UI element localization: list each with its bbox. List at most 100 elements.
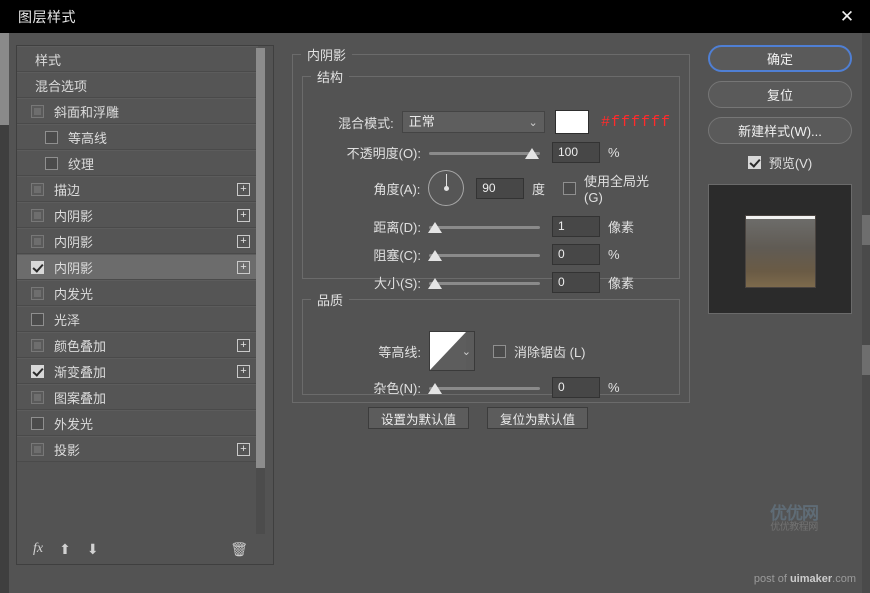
- settings-panel: 内阴影 结构 混合模式: 正常 ⌄ #ffffff 不透明度(O): 100 %…: [292, 45, 690, 530]
- style-list-item[interactable]: 斜面和浮雕: [17, 98, 258, 124]
- style-enable-checkbox[interactable]: [31, 442, 44, 456]
- style-list-item[interactable]: 外发光: [17, 410, 258, 436]
- sidebar-scrollbar-thumb[interactable]: [256, 48, 265, 468]
- move-down-icon[interactable]: ⬇: [87, 541, 99, 558]
- distance-slider-knob[interactable]: [428, 221, 442, 233]
- add-effect-icon[interactable]: +: [237, 365, 250, 378]
- reset-button[interactable]: 复位: [708, 81, 852, 108]
- opacity-slider[interactable]: [429, 146, 540, 160]
- style-list-item-label: 内阴影: [54, 208, 94, 224]
- opacity-slider-track: [429, 151, 540, 155]
- preview-toggle-row: 预览(V): [708, 153, 852, 172]
- style-enable-checkbox[interactable]: [31, 364, 44, 378]
- shadow-color-swatch[interactable]: [554, 110, 589, 134]
- choke-input[interactable]: 0: [552, 244, 600, 265]
- add-effect-icon[interactable]: +: [237, 209, 250, 222]
- style-list-item[interactable]: 渐变叠加 +: [17, 358, 258, 384]
- choke-label: 阻塞(C):: [373, 248, 421, 263]
- add-effect-icon[interactable]: +: [237, 235, 250, 248]
- style-list-item-label: 渐变叠加: [54, 364, 107, 380]
- size-slider[interactable]: [428, 276, 540, 290]
- noise-input[interactable]: 0: [552, 377, 600, 398]
- right-edge-tab-1: [862, 215, 870, 245]
- style-list-item[interactable]: 颜色叠加 +: [17, 332, 258, 358]
- choke-slider-track: [429, 253, 540, 257]
- style-enable-checkbox[interactable]: [31, 260, 44, 274]
- contour-row: 等高线: ⌄ 消除锯齿 (L): [303, 331, 671, 371]
- style-enable-checkbox[interactable]: [45, 156, 58, 170]
- panel-title: 内阴影: [307, 48, 347, 63]
- opacity-slider-knob[interactable]: [525, 147, 539, 159]
- set-as-default-button[interactable]: 设置为默认值: [368, 407, 470, 429]
- angle-row: 角度(A): 90 度 使用全局光 (G): [303, 170, 671, 206]
- add-effect-icon[interactable]: +: [237, 261, 250, 274]
- noise-slider[interactable]: [428, 381, 540, 395]
- style-list-toolbar: fx ⬆ ⬇ 🗑: [17, 534, 258, 564]
- angle-dial[interactable]: [428, 170, 465, 206]
- watermark-logo: 优优网 优优教程网: [758, 505, 830, 537]
- style-enable-checkbox[interactable]: [31, 286, 44, 300]
- contour-preview-icon: [430, 332, 466, 370]
- style-list-item-label: 样式: [35, 52, 62, 68]
- add-effect-icon[interactable]: +: [237, 183, 250, 196]
- style-list-item[interactable]: 内阴影 +: [17, 202, 258, 228]
- close-icon[interactable]: ✕: [824, 0, 870, 33]
- style-enable-checkbox[interactable]: [31, 208, 44, 222]
- choke-slider-knob[interactable]: [428, 249, 442, 261]
- size-slider-knob[interactable]: [428, 277, 442, 289]
- style-list-item[interactable]: 光泽: [17, 306, 258, 332]
- style-enable-checkbox[interactable]: [31, 312, 44, 326]
- anti-aliased-checkbox[interactable]: [493, 344, 506, 358]
- style-enable-checkbox[interactable]: [31, 234, 44, 248]
- style-enable-checkbox[interactable]: [31, 416, 44, 430]
- style-enable-checkbox[interactable]: [31, 338, 44, 352]
- style-enable-checkbox[interactable]: [45, 130, 58, 144]
- title-bar: 图层样式 ✕: [0, 0, 870, 33]
- style-list-item[interactable]: 等高线: [17, 124, 258, 150]
- layer-preview: [708, 184, 852, 314]
- style-list-item[interactable]: 纹理: [17, 150, 258, 176]
- style-list-item-label: 图案叠加: [54, 390, 107, 406]
- structure-group: 结构 混合模式: 正常 ⌄ #ffffff 不透明度(O): 100 % 角度(…: [302, 67, 680, 293]
- contour-label: 等高线:: [378, 344, 421, 360]
- add-effect-icon[interactable]: +: [237, 443, 250, 456]
- angle-input[interactable]: 90: [476, 177, 525, 199]
- quality-legend: 品质: [317, 293, 344, 308]
- preview-label: 预览(V): [768, 156, 813, 171]
- style-list-item[interactable]: 描边 +: [17, 176, 258, 202]
- opacity-input[interactable]: 100: [552, 142, 600, 163]
- distance-slider[interactable]: [428, 220, 540, 234]
- style-list-item[interactable]: 内阴影 +: [17, 228, 258, 254]
- choke-slider[interactable]: [428, 248, 540, 262]
- add-effect-icon[interactable]: +: [237, 339, 250, 352]
- chevron-down-icon: ⌄: [461, 346, 471, 358]
- style-list-item[interactable]: 内阴影 +: [17, 254, 258, 280]
- fx-icon[interactable]: fx: [33, 541, 43, 557]
- blend-mode-select[interactable]: 正常: [401, 111, 545, 133]
- style-list-item-label: 斜面和浮雕: [54, 104, 120, 120]
- style-list-item-label: 等高线: [68, 130, 108, 146]
- style-list-item[interactable]: 混合选项: [17, 72, 258, 98]
- style-enable-checkbox[interactable]: [31, 182, 44, 196]
- style-list-item[interactable]: 样式: [17, 46, 258, 72]
- style-list-item[interactable]: 投影 +: [17, 436, 258, 462]
- noise-slider-knob[interactable]: [428, 382, 442, 394]
- opacity-label: 不透明度(O):: [346, 146, 421, 161]
- style-enable-checkbox[interactable]: [31, 104, 44, 118]
- style-list-item[interactable]: 图案叠加: [17, 384, 258, 410]
- distance-label: 距离(D):: [373, 220, 421, 235]
- style-enable-checkbox[interactable]: [31, 390, 44, 404]
- move-up-icon[interactable]: ⬆: [59, 541, 71, 558]
- angle-unit: 度: [532, 181, 546, 197]
- preview-checkbox[interactable]: [747, 156, 761, 169]
- reset-to-default-button[interactable]: 复位为默认值: [487, 407, 589, 429]
- opacity-unit: %: [608, 145, 620, 160]
- new-style-button[interactable]: 新建样式(W)...: [708, 117, 852, 144]
- trash-icon[interactable]: 🗑: [230, 541, 248, 558]
- distance-input[interactable]: 1: [552, 216, 600, 237]
- ok-button[interactable]: 确定: [708, 45, 852, 72]
- use-global-light-checkbox[interactable]: [563, 181, 577, 195]
- contour-picker[interactable]: ⌄: [429, 331, 475, 371]
- size-slider-track: [429, 281, 540, 285]
- style-list-item[interactable]: 内发光: [17, 280, 258, 306]
